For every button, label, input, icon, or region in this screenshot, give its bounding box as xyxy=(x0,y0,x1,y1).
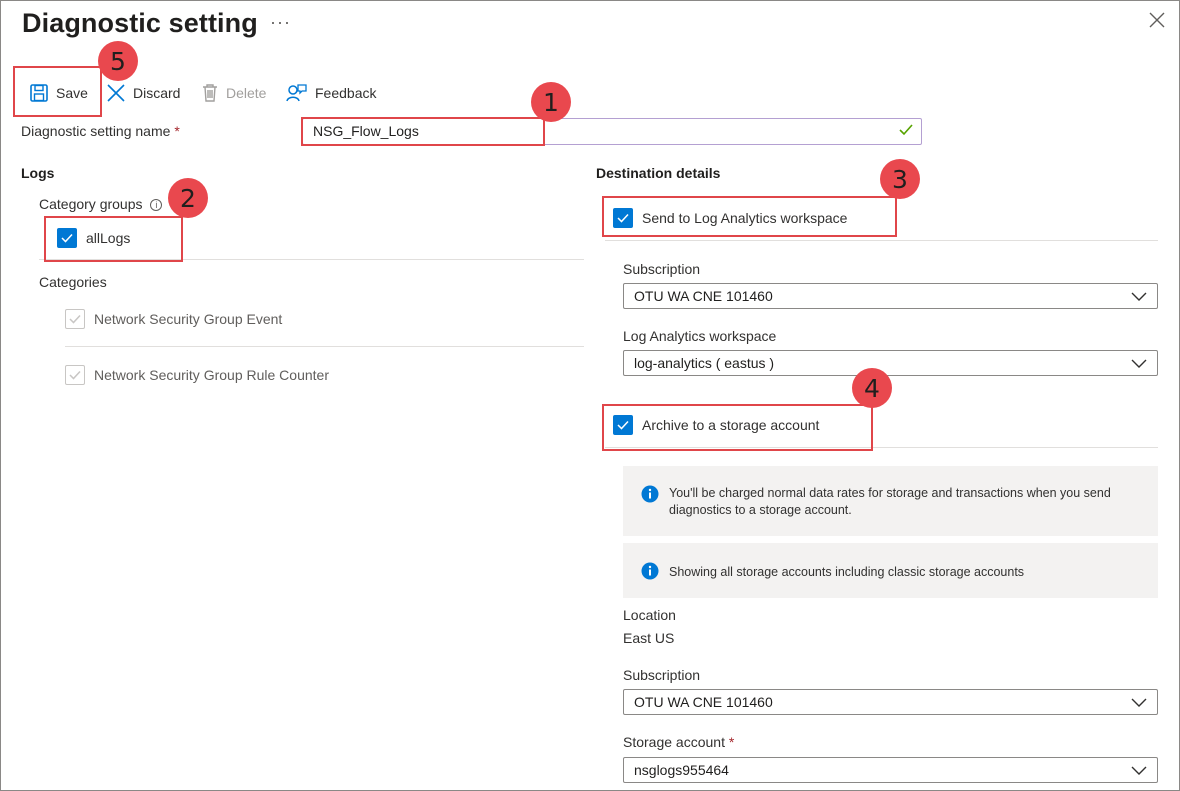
delete-button[interactable]: Delete xyxy=(201,80,266,106)
la-workspace-select[interactable]: log-analytics ( eastus ) xyxy=(623,350,1158,376)
storage-account-value: nsglogs955464 xyxy=(634,762,729,778)
chevron-down-icon xyxy=(1131,292,1147,301)
divider xyxy=(605,240,1158,241)
destination-heading: Destination details xyxy=(596,165,721,181)
callout-badge-2: 2 xyxy=(168,178,208,218)
callout-box-name xyxy=(301,117,545,146)
info-circle-icon xyxy=(641,485,659,506)
discard-label: Discard xyxy=(133,85,181,101)
category-nsg-rule-counter-checkbox[interactable]: Network Security Group Rule Counter xyxy=(65,365,329,385)
callout-badge-4: 4 xyxy=(852,368,892,408)
checkbox-disabled-icon xyxy=(65,365,85,385)
delete-icon xyxy=(203,84,217,102)
required-mark: * xyxy=(728,734,735,750)
classic-info-banner: Showing all storage accounts including c… xyxy=(623,543,1158,598)
la-workspace-label: Log Analytics workspace xyxy=(623,328,777,344)
info-circle-icon xyxy=(641,562,659,583)
chevron-down-icon xyxy=(1131,698,1147,707)
storage-subscription-select[interactable]: OTU WA CNE 101460 xyxy=(623,689,1158,715)
logs-heading: Logs xyxy=(21,165,55,181)
location-label: Location xyxy=(623,607,676,623)
la-subscription-label: Subscription xyxy=(623,261,701,277)
charge-info-text: You'll be charged normal data rates for … xyxy=(669,486,1111,517)
classic-info-text: Showing all storage accounts including c… xyxy=(669,565,1025,579)
divider xyxy=(65,346,584,347)
callout-badge-1: 1 xyxy=(531,82,571,122)
close-icon[interactable] xyxy=(1149,12,1171,34)
discard-icon xyxy=(107,84,125,102)
la-subscription-value: OTU WA CNE 101460 xyxy=(634,288,773,304)
callout-box-alllogs xyxy=(44,216,183,262)
la-workspace-value: log-analytics ( eastus ) xyxy=(634,355,775,371)
page-title: Diagnostic setting xyxy=(22,8,258,38)
storage-subscription-value: OTU WA CNE 101460 xyxy=(634,694,773,710)
required-mark: * xyxy=(174,123,180,139)
feedback-label: Feedback xyxy=(315,85,377,101)
storage-account-label-text: Storage account xyxy=(623,734,725,750)
callout-box-log-analytics xyxy=(602,196,897,237)
feedback-icon xyxy=(286,84,307,102)
storage-account-select[interactable]: nsglogs955464 xyxy=(623,757,1158,783)
valid-check-icon xyxy=(898,122,914,143)
callout-box-storage xyxy=(602,404,873,451)
la-subscription-select[interactable]: OTU WA CNE 101460 xyxy=(623,283,1158,309)
setting-name-label-text: Diagnostic setting name xyxy=(21,123,171,139)
category-groups-text: Category groups xyxy=(39,196,143,212)
storage-subscription-label: Subscription xyxy=(623,667,701,683)
category-nsg-event-checkbox[interactable]: Network Security Group Event xyxy=(65,309,282,329)
chevron-down-icon xyxy=(1131,359,1147,368)
checkbox-disabled-icon xyxy=(65,309,85,329)
delete-label: Delete xyxy=(226,85,267,101)
location-value: East US xyxy=(623,630,675,646)
callout-badge-5: 5 xyxy=(98,41,138,81)
feedback-button[interactable]: Feedback xyxy=(286,80,376,106)
category-label: Network Security Group Event xyxy=(94,311,283,327)
setting-name-label: Diagnostic setting name * xyxy=(21,123,180,139)
callout-box-save xyxy=(13,66,102,117)
charge-info-banner: You'll be charged normal data rates for … xyxy=(623,466,1158,536)
discard-button[interactable]: Discard xyxy=(106,80,180,106)
chevron-down-icon xyxy=(1131,766,1147,775)
categories-label: Categories xyxy=(39,274,107,290)
more-options-icon[interactable]: ··· xyxy=(270,12,291,33)
category-groups-label: Category groups i xyxy=(39,196,163,212)
callout-badge-3: 3 xyxy=(880,159,920,199)
info-icon[interactable]: i xyxy=(150,199,163,211)
category-label: Network Security Group Rule Counter xyxy=(94,367,329,383)
storage-account-label: Storage account * xyxy=(623,734,734,750)
